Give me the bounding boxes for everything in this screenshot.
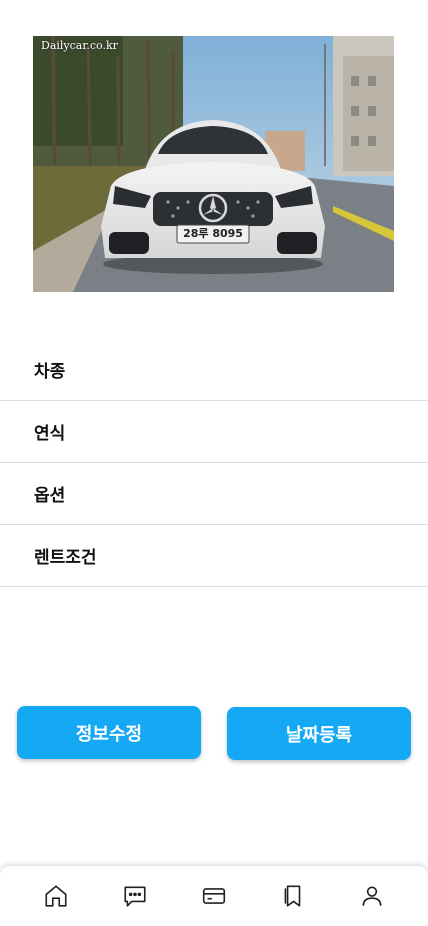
tab-profile[interactable]	[358, 882, 386, 910]
car-photo: Dailycar.co.kr 28루 8095	[33, 36, 394, 292]
info-list: 차종 연식 옵션 렌트조건	[0, 339, 428, 587]
edit-info-button[interactable]: 정보수정	[17, 706, 201, 759]
tab-home[interactable]	[42, 882, 70, 910]
tab-bookmarks[interactable]	[279, 882, 307, 910]
info-label: 옵션	[34, 486, 66, 506]
info-row-car-type[interactable]: 차종	[0, 339, 428, 401]
info-row-year[interactable]: 연식	[0, 401, 428, 463]
watermark: Dailycar.co.kr	[41, 39, 118, 52]
home-icon	[45, 885, 67, 907]
tab-chat[interactable]	[121, 882, 149, 910]
chat-icon	[124, 886, 146, 907]
card-icon	[202, 888, 226, 904]
user-icon	[362, 886, 382, 906]
bottom-tab-bar	[0, 866, 428, 926]
info-label: 연식	[34, 424, 66, 444]
info-row-options[interactable]: 옵션	[0, 463, 428, 525]
register-date-button[interactable]: 날짜등록	[227, 707, 411, 760]
bookmark-icon	[284, 885, 301, 907]
info-label: 차종	[34, 362, 66, 382]
tab-card[interactable]	[200, 882, 228, 910]
info-row-rental-terms[interactable]: 렌트조건	[0, 525, 428, 587]
info-label: 렌트조건	[34, 548, 97, 568]
license-plate: 28루 8095	[183, 227, 243, 240]
